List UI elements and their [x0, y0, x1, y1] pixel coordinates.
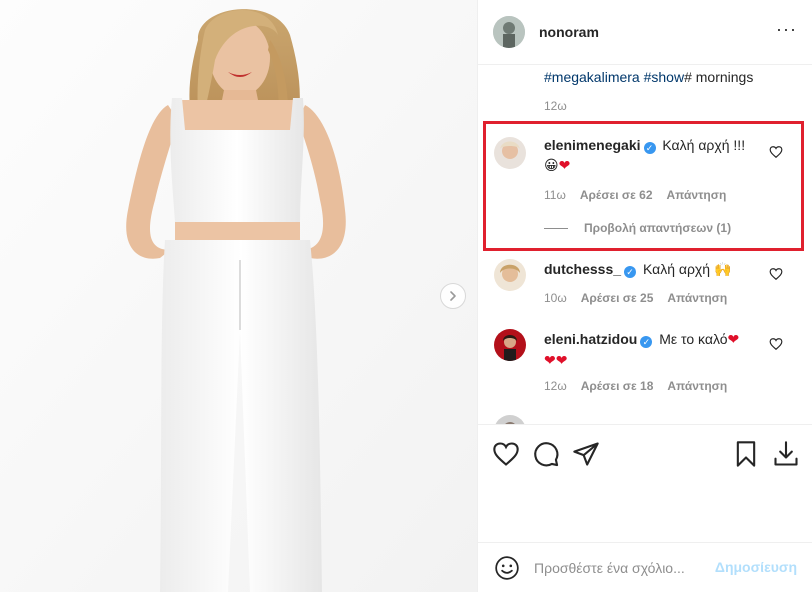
comment-meta: 12ω Αρέσει σε 18 Απάντηση: [544, 379, 727, 393]
red-hearts-emoji-icon: ❤❤: [544, 353, 568, 369]
commenter-avatar[interactable]: [494, 259, 526, 291]
comment-text: Καλή αρχή !!!: [662, 137, 746, 153]
next-photo-button[interactable]: [440, 283, 466, 309]
view-replies-button[interactable]: Προβολή απαντήσεων (1): [544, 221, 731, 235]
view-replies-label: Προβολή απαντήσεων (1): [584, 221, 732, 235]
post-comment-button[interactable]: Δημοσίευση: [715, 559, 797, 575]
comment-body: elenimenegaki ✓ Καλή αρχή !!! 😀❤: [544, 135, 764, 176]
heart-icon[interactable]: [769, 145, 783, 159]
heart-icon[interactable]: [769, 267, 783, 281]
comment-text: Με το καλό: [659, 331, 728, 347]
replies-line: [544, 227, 568, 229]
verified-badge-icon: ✓: [643, 142, 656, 154]
avatar-image: [494, 137, 526, 169]
post-side-panel: nonoram ··· #megakalimera #show# morning…: [477, 0, 812, 592]
author-avatar[interactable]: [493, 16, 525, 48]
commenter-avatar[interactable]: [494, 415, 526, 424]
share-paper-plane-icon[interactable]: [572, 440, 600, 468]
comment-timestamp[interactable]: 12ω: [544, 379, 567, 393]
comment-meta: 11ω Αρέσει σε 62 Απάντηση: [544, 188, 726, 202]
grin-emoji-icon: 😀: [544, 158, 559, 174]
post-header: nonoram ···: [478, 0, 812, 64]
author-username[interactable]: nonoram: [539, 24, 599, 40]
actions-divider: [478, 424, 812, 425]
comment-text: Καλή αρχή: [642, 261, 711, 277]
caption-timestamp[interactable]: 12ω: [544, 99, 567, 113]
emoji-picker-icon[interactable]: [494, 555, 520, 581]
comment-timestamp[interactable]: 10ω: [544, 291, 567, 305]
caption-rest: # mornings: [684, 69, 754, 85]
reply-button[interactable]: Απάντηση: [667, 291, 727, 305]
post-actions: [478, 436, 812, 472]
avatar-image: [494, 415, 526, 424]
raised-hands-emoji-icon: 🙌: [713, 262, 732, 278]
commenter-username[interactable]: elenimenegaki: [544, 137, 641, 153]
commenter-avatar[interactable]: [494, 137, 526, 169]
reply-button[interactable]: Απάντηση: [667, 379, 727, 393]
hashtag-link[interactable]: #megakalimera: [544, 69, 640, 85]
post-photo[interactable]: [0, 0, 477, 592]
add-comment-bar: Δημοσίευση: [478, 543, 812, 592]
comment-body: eleni.hatzidou ✓ Με το καλό❤ ❤❤: [544, 329, 764, 371]
avatar-image: [494, 329, 526, 361]
comment-bubble-icon[interactable]: [532, 440, 560, 468]
commenter-username[interactable]: eleni.hatzidou: [544, 331, 637, 347]
commenter-avatar[interactable]: [494, 329, 526, 361]
comment-likes[interactable]: Αρέσει σε 25: [581, 291, 654, 305]
avatar-image: [494, 259, 526, 291]
avatar-image: [493, 16, 525, 48]
comment-timestamp[interactable]: 11ω: [544, 188, 566, 202]
reply-button[interactable]: Απάντηση: [667, 188, 727, 202]
add-comment-input[interactable]: [534, 557, 714, 579]
red-heart-emoji-icon: ❤: [558, 158, 571, 174]
comment-meta: 10ω Αρέσει σε 25 Απάντηση: [544, 291, 727, 305]
commenter-username[interactable]: dutchesss_: [544, 261, 621, 277]
verified-badge-icon: ✓: [640, 336, 653, 348]
comments-list[interactable]: #megakalimera #show# mornings 12ω elenim…: [478, 65, 812, 424]
chevron-right-icon: [450, 291, 456, 301]
hashtag-link[interactable]: #show: [644, 69, 684, 85]
download-icon[interactable]: [772, 440, 800, 468]
comment-likes[interactable]: Αρέσει σε 18: [581, 379, 654, 393]
comment-body: dutchesss_ ✓ Καλή αρχή 🙌: [544, 259, 764, 280]
caption-text: #megakalimera #show# mornings: [544, 69, 753, 85]
more-options-button[interactable]: ···: [776, 20, 797, 38]
comment-likes[interactable]: Αρέσει σε 62: [580, 188, 653, 202]
like-heart-icon[interactable]: [492, 440, 520, 468]
bookmark-icon[interactable]: [732, 440, 760, 468]
heart-icon[interactable]: [769, 337, 783, 351]
photo-image: [0, 0, 477, 592]
verified-badge-icon: ✓: [624, 266, 637, 278]
red-heart-emoji-icon: ❤: [727, 332, 740, 348]
